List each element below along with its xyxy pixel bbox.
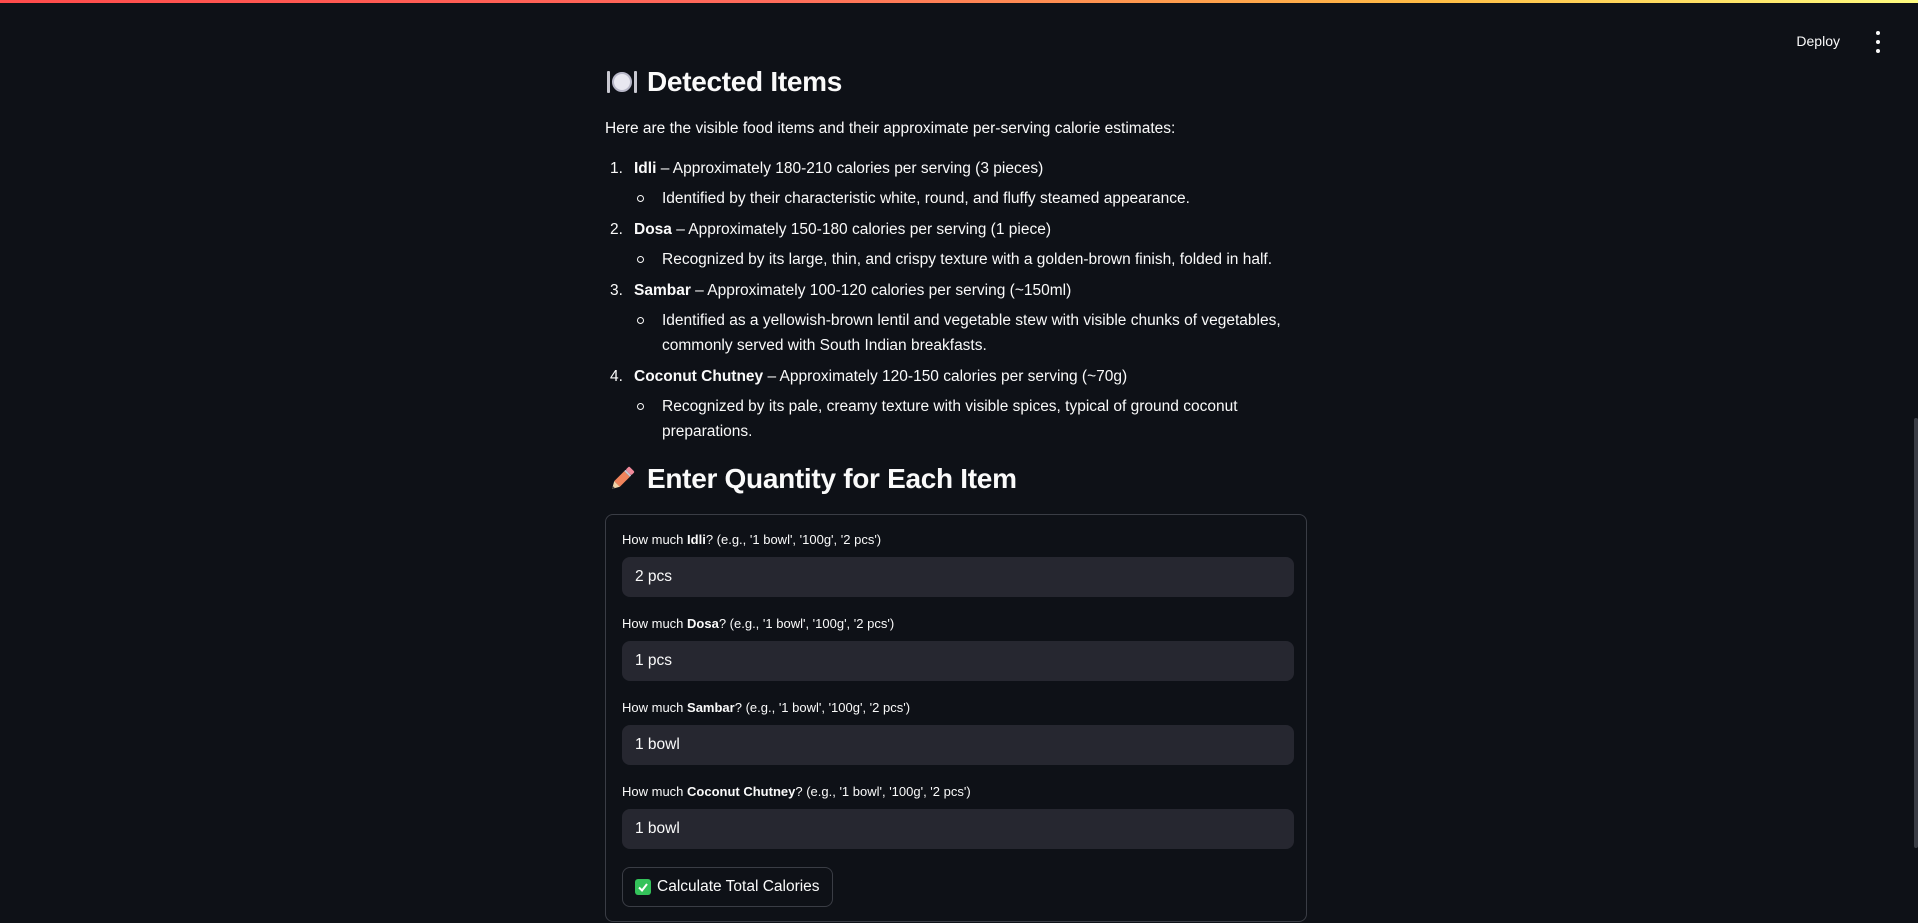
item-description: Recognized by its large, thin, and crisp… — [605, 247, 1309, 272]
bullet-icon — [637, 256, 644, 263]
label-prefix: How much — [622, 616, 688, 631]
list-item: 4. Coconut Chutney – Approximately 120-1… — [605, 366, 1309, 444]
quantity-form: How much Idli? (e.g., '1 bowl', '100g', … — [605, 514, 1307, 922]
item-estimate: – Approximately 100-120 calories per ser… — [690, 282, 1072, 299]
field-label: How much Dosa? (e.g., '1 bowl', '100g', … — [622, 615, 1294, 633]
label-suffix: ? (e.g., '1 bowl', '100g', '2 pcs') — [795, 784, 971, 799]
dosa-quantity-field: How much Dosa? (e.g., '1 bowl', '100g', … — [622, 615, 1294, 681]
item-description-text: Identified by their characteristic white… — [662, 190, 1190, 207]
app-header: Deploy — [0, 3, 1918, 58]
sambar-quantity-input[interactable]: 1 bowl — [622, 725, 1294, 765]
item-number: 2. — [610, 221, 623, 238]
item-estimate: – Approximately 120-150 calories per ser… — [763, 368, 1128, 385]
item-description: Recognized by its pale, creamy texture w… — [605, 394, 1309, 444]
deploy-button[interactable]: Deploy — [1790, 29, 1846, 53]
list-item: 3. Sambar – Approximately 100-120 calori… — [605, 280, 1309, 358]
item-estimate: – Approximately 150-180 calories per ser… — [671, 221, 1051, 238]
sambar-quantity-field: How much Sambar? (e.g., '1 bowl', '100g'… — [622, 699, 1294, 765]
item-description: Identified as a yellowish-brown lentil a… — [605, 308, 1309, 358]
list-item: 2. Dosa – Approximately 150-180 calories… — [605, 219, 1309, 272]
coconut-chutney-quantity-input[interactable]: 1 bowl — [622, 809, 1294, 849]
plate-with-cutlery-icon — [607, 67, 637, 97]
item-number: 4. — [610, 368, 623, 385]
detected-items-heading: Detected Items — [607, 66, 842, 98]
field-label: How much Idli? (e.g., '1 bowl', '100g', … — [622, 531, 1294, 549]
calculate-total-calories-button[interactable]: Calculate Total Calories — [622, 867, 833, 907]
label-suffix: ? (e.g., '1 bowl', '100g', '2 pcs') — [718, 616, 895, 631]
label-suffix: ? (e.g., '1 bowl', '100g', '2 pcs') — [705, 532, 882, 547]
item-name: Coconut Chutney — [634, 368, 764, 385]
label-item: Sambar — [687, 700, 735, 715]
dosa-quantity-input[interactable]: 1 pcs — [622, 641, 1294, 681]
field-label: How much Sambar? (e.g., '1 bowl', '100g'… — [622, 699, 1294, 717]
food-items-list: 1. Idli – Approximately 180-210 calories… — [605, 158, 1309, 452]
item-description: Identified by their characteristic white… — [605, 186, 1309, 211]
list-item: 1. Idli – Approximately 180-210 calories… — [605, 158, 1309, 211]
quantity-title: Enter Quantity for Each Item — [647, 463, 1017, 494]
idli-quantity-input[interactable]: 2 pcs — [622, 557, 1294, 597]
label-item: Coconut Chutney — [687, 784, 796, 799]
calculate-button-label: Calculate Total Calories — [657, 878, 820, 895]
label-suffix: ? (e.g., '1 bowl', '100g', '2 pcs') — [734, 700, 911, 715]
label-item: Dosa — [687, 616, 719, 631]
quantity-heading: Enter Quantity for Each Item — [607, 463, 1017, 495]
item-estimate: – Approximately 180-210 calories per ser… — [656, 160, 1044, 177]
label-prefix: How much — [622, 700, 688, 715]
kebab-menu-icon[interactable] — [1868, 31, 1888, 53]
idli-quantity-field: How much Idli? (e.g., '1 bowl', '100g', … — [622, 531, 1294, 597]
detected-items-title: Detected Items — [647, 66, 842, 97]
intro-text: Here are the visible food items and thei… — [605, 120, 1176, 137]
item-name: Dosa — [634, 221, 672, 238]
bullet-icon — [637, 403, 644, 410]
item-name: Sambar — [634, 282, 691, 299]
label-prefix: How much — [622, 784, 688, 799]
field-label: How much Coconut Chutney? (e.g., '1 bowl… — [622, 783, 1294, 801]
item-description-text: Recognized by its pale, creamy texture w… — [662, 398, 1238, 440]
pencil-icon — [612, 466, 635, 489]
label-item: Idli — [687, 532, 706, 547]
item-description-text: Recognized by its large, thin, and crisp… — [662, 251, 1273, 268]
bullet-icon — [637, 317, 644, 324]
item-name: Idli — [634, 160, 657, 177]
check-mark-icon — [635, 879, 651, 895]
label-prefix: How much — [622, 532, 688, 547]
item-number: 1. — [610, 160, 623, 177]
scrollbar-thumb[interactable] — [1914, 418, 1918, 848]
coconut-chutney-quantity-field: How much Coconut Chutney? (e.g., '1 bowl… — [622, 783, 1294, 849]
item-description-text: Identified as a yellowish-brown lentil a… — [662, 312, 1281, 354]
bullet-icon — [637, 195, 644, 202]
item-number: 3. — [610, 282, 623, 299]
